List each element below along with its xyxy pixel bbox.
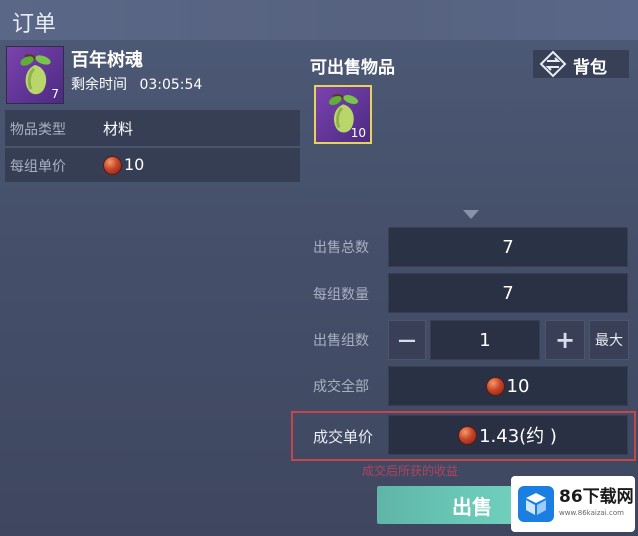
total-count-value: 7 xyxy=(388,227,628,267)
watermark-brand: 86下载网 xyxy=(559,487,634,507)
per-group-label: 每组数量 xyxy=(313,287,369,303)
coin-icon xyxy=(459,426,477,444)
unit-price-amount: 10 xyxy=(124,155,145,174)
unit-price-value: 10 xyxy=(104,155,144,174)
item-slot-count: 7 xyxy=(51,87,59,101)
item-name: 百年树魂 xyxy=(71,50,143,71)
swap-icon xyxy=(539,50,567,78)
remaining-time-label: 剩余时间 xyxy=(71,77,127,93)
minus-button[interactable]: — xyxy=(388,320,426,360)
window-title: 订单 xyxy=(12,12,57,37)
unit-price-label: 每组单价 xyxy=(10,159,66,175)
remaining-time: 剩余时间 03:05:54 xyxy=(71,74,202,94)
bag-button[interactable]: 背包 xyxy=(532,49,630,79)
bag-label: 背包 xyxy=(573,58,607,78)
cube-logo-icon xyxy=(518,486,554,522)
plus-button[interactable]: + xyxy=(545,320,585,360)
deal-unit-label: 成交单价 xyxy=(313,428,374,446)
watermark-url: www.86kaizai.com xyxy=(559,509,624,517)
item-type-label: 物品类型 xyxy=(10,122,66,138)
group-count-input[interactable]: 1 xyxy=(430,320,540,360)
sellable-item-slot[interactable]: 10 xyxy=(314,85,372,144)
deal-unit-amount: 1.43(约 ) xyxy=(479,426,557,447)
deal-unit-value: 1.43(约 ) xyxy=(388,415,628,455)
max-button[interactable]: 最大 xyxy=(589,320,629,360)
deal-total-amount: 10 xyxy=(506,375,530,397)
sellable-title: 可出售物品 xyxy=(310,58,395,78)
deal-total-value: 10 xyxy=(388,366,628,406)
item-slot[interactable]: 7 xyxy=(6,46,64,104)
coin-icon xyxy=(486,377,504,395)
sellable-slot-count: 10 xyxy=(350,126,366,140)
title-bar xyxy=(0,0,638,40)
total-count-label: 出售总数 xyxy=(313,240,369,256)
coin-icon xyxy=(104,157,121,174)
income-warning: 成交后所获的收益 xyxy=(362,464,459,478)
item-type-value: 材料 xyxy=(103,120,134,138)
chevron-down-icon[interactable] xyxy=(461,208,481,222)
remaining-time-value: 03:05:54 xyxy=(139,77,203,93)
watermark: 86下载网 www.86kaizai.com xyxy=(511,476,635,532)
group-count-label: 出售组数 xyxy=(313,333,369,349)
per-group-value: 7 xyxy=(388,273,628,313)
deal-total-label: 成交全部 xyxy=(313,379,369,395)
